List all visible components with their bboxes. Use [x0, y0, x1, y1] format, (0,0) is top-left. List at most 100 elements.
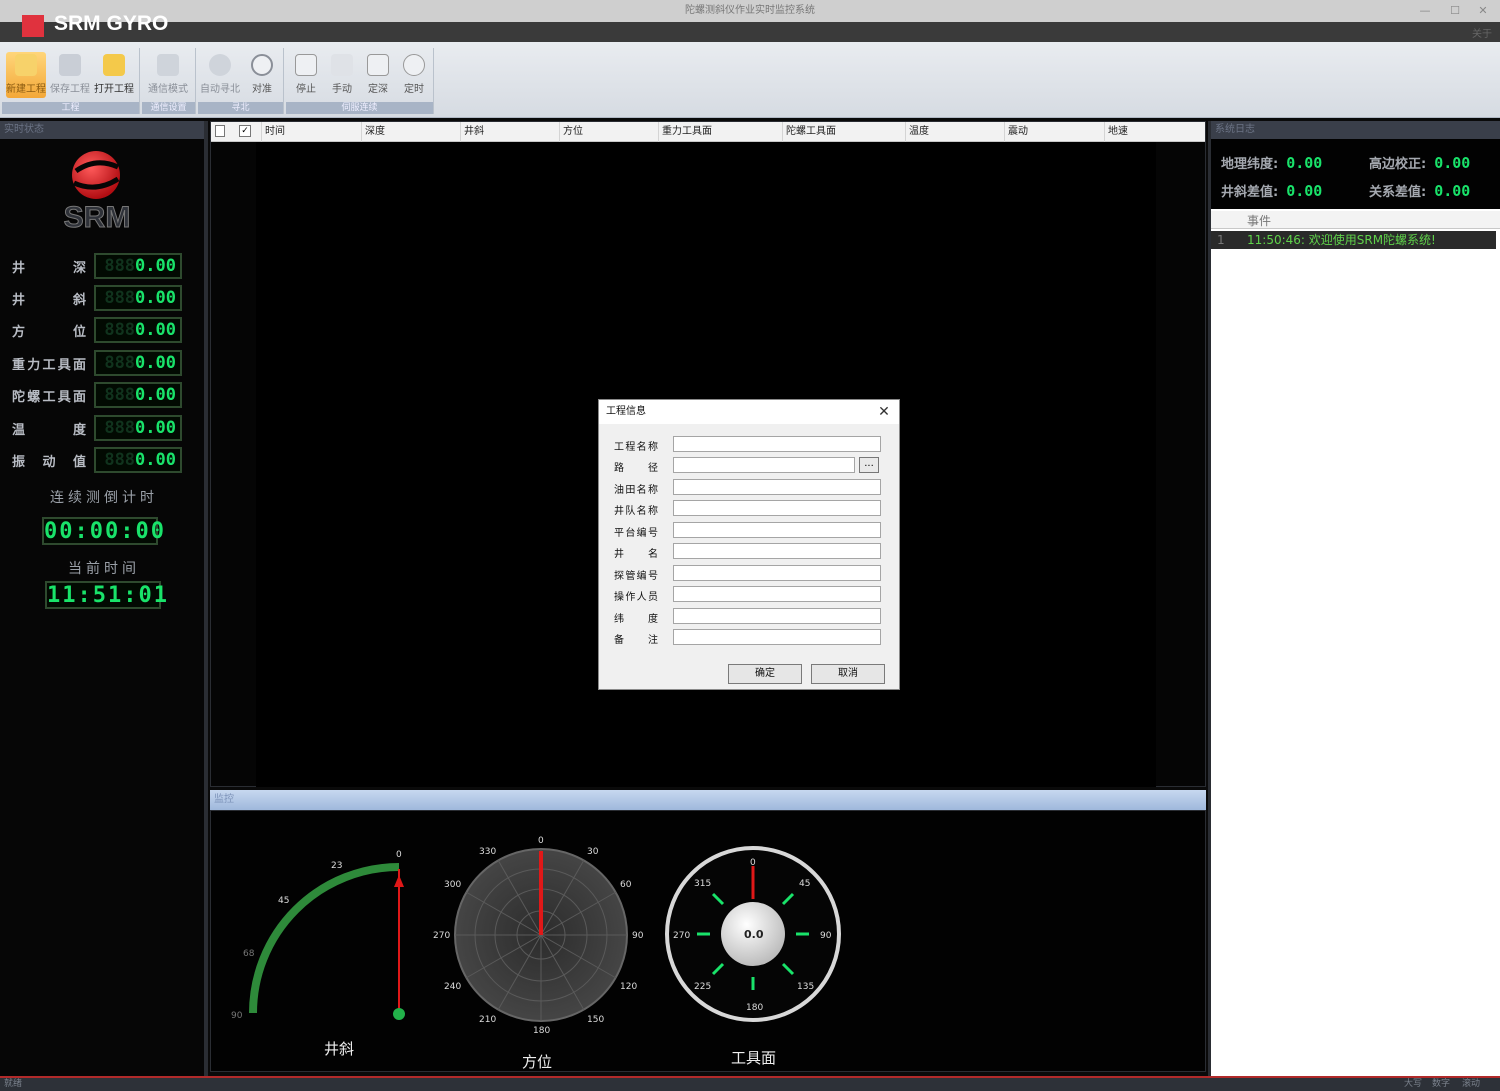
toolface-value: 0.0 — [744, 928, 764, 941]
team-name-input[interactable] — [673, 500, 881, 516]
status-panel-header: 实时状态 — [0, 121, 204, 139]
toolface-title: 工具面 — [731, 1049, 776, 1067]
inc-tick-68: 68 — [243, 949, 255, 959]
event-index: 1 — [1217, 233, 1225, 247]
geo-latitude: 地理纬度: 0.00 — [1221, 154, 1323, 172]
tf-tick-315: 315 — [694, 879, 711, 889]
project-info-dialog: 工程信息 ✕ 工程名称 路径 ... 油田名称 井队名称 平台编号 井名 探管编… — [598, 399, 900, 690]
high-side-correction: 高边校正: 0.00 — [1369, 154, 1471, 172]
col-gravity-toolface[interactable]: 重力工具面 — [658, 122, 782, 142]
ok-button[interactable]: 确定 — [728, 664, 802, 684]
status-bar: 就绪 大写 数字 滚动 — [0, 1076, 1500, 1091]
minimize-button[interactable]: — — [1410, 0, 1440, 22]
open-project-button[interactable]: 打开工程 — [94, 52, 134, 98]
platform-number-input[interactable] — [673, 522, 881, 538]
latitude-input[interactable] — [673, 608, 881, 624]
az-tick-330: 330 — [479, 847, 496, 857]
col-temperature[interactable]: 温度 — [905, 122, 1005, 142]
status-scroll: 滚动 — [1462, 1079, 1481, 1089]
current-time-display: 11:51:01 — [45, 581, 169, 609]
title-bar: 陀螺测斜仪作业实时监控系统 — ☐ ✕ — [0, 0, 1500, 22]
countdown-title: 连续测倒计时 — [50, 490, 158, 506]
inclination-pivot — [393, 1008, 405, 1020]
new-row-icon[interactable] — [215, 125, 225, 137]
dialog-close-icon[interactable]: ✕ — [875, 402, 893, 422]
col-ground-speed[interactable]: 地速 — [1104, 122, 1204, 142]
probe-number-input[interactable] — [673, 565, 881, 581]
status-num: 数字 — [1432, 1079, 1451, 1089]
comm-mode-button[interactable]: 通信模式 — [148, 52, 188, 98]
col-time[interactable]: 时间 — [261, 122, 361, 142]
ribbon-group-north: 自动寻北 对准 寻北 — [198, 48, 284, 114]
folder-open-icon — [103, 54, 125, 76]
col-gyro-toolface[interactable]: 陀螺工具面 — [782, 122, 906, 142]
az-tick-150: 150 — [587, 1015, 604, 1025]
inc-tick-23: 23 — [331, 861, 342, 871]
tab-about[interactable]: 关于 — [1472, 25, 1492, 40]
event-row[interactable]: 1 11:50:46: 欢迎使用SRM陀螺系统! — [1211, 231, 1496, 249]
ribbon-group-comm: 通信模式 通信设置 — [142, 48, 196, 114]
signal-icon — [157, 54, 179, 76]
brand-square-icon — [22, 15, 44, 37]
col-inclination[interactable]: 井斜 — [460, 122, 560, 142]
inclination-gauge: 0 23 45 68 90 井斜 — [231, 850, 405, 1058]
lcd-well-depth: 8880.00 — [94, 253, 182, 279]
tf-tick-180: 180 — [746, 1003, 763, 1013]
browse-path-button[interactable]: ... — [859, 457, 879, 473]
fixed-depth-button[interactable]: 定深 — [358, 52, 398, 98]
countdown-display: 00:00:00 — [42, 517, 166, 545]
logo-text: SRM — [63, 201, 131, 235]
timer-button[interactable]: 定时 — [394, 52, 434, 98]
save-project-button[interactable]: 保存工程 — [50, 52, 90, 98]
monitor-panel: 0 23 45 68 90 井斜 0 30 60 90 120 150 180 … — [210, 810, 1206, 1072]
auto-north-button[interactable]: 自动寻北 — [200, 52, 240, 98]
field-path: 路径 ... — [614, 457, 884, 475]
select-all-checkbox[interactable]: ✓ — [239, 125, 251, 137]
system-log-panel: 系统日志 地理纬度: 0.00 高边校正: 0.00 井斜差值: 0.00 关系差值:… — [1208, 121, 1500, 1076]
lcd-gravity-toolface: 8880.00 — [94, 350, 182, 376]
new-project-button[interactable]: 新建工程 — [6, 52, 46, 98]
param-gravity-toolface: 重力工具面 8880.00 — [12, 350, 184, 376]
maximize-button[interactable]: ☐ — [1440, 0, 1470, 22]
param-vibration: 振动值 8880.00 — [12, 447, 184, 473]
window-title: 陀螺测斜仪作业实时监控系统 — [685, 5, 815, 16]
brand-name: SRM GYRO — [54, 12, 169, 35]
az-tick-300: 300 — [444, 880, 461, 890]
inclination-diff: 井斜差值: 0.00 — [1221, 182, 1323, 200]
stop-button[interactable]: 停止 — [286, 52, 326, 98]
lcd-gyro-toolface: 8880.00 — [94, 382, 182, 408]
field-latitude: 纬度 — [614, 608, 884, 626]
toolface-gauge: 0.0 0 45 90 135 180 225 270 315 工具面 — [665, 846, 841, 1067]
az-tick-60: 60 — [620, 880, 632, 890]
col-vibration[interactable]: 震动 — [1004, 122, 1104, 142]
well-name-input[interactable] — [673, 543, 881, 559]
relation-diff: 关系差值: 0.00 — [1369, 182, 1471, 200]
param-gyro-toolface: 陀螺工具面 8880.00 — [12, 382, 184, 408]
operator-input[interactable] — [673, 586, 881, 602]
field-operator: 操作人员 — [614, 586, 884, 604]
current-time-title: 当前时间 — [68, 561, 140, 577]
inc-tick-90: 90 — [231, 1011, 243, 1021]
stop-icon — [295, 54, 317, 76]
col-azimuth[interactable]: 方位 — [559, 122, 659, 142]
azimuth-compass: 0 30 60 90 120 150 180 210 240 270 300 3… — [433, 836, 644, 1071]
group-label-project: 工程 — [2, 102, 139, 114]
col-depth[interactable]: 深度 — [361, 122, 461, 142]
cancel-button[interactable]: 取消 — [811, 664, 885, 684]
inc-tick-0: 0 — [396, 850, 402, 860]
event-column[interactable]: 事件 — [1247, 212, 1271, 229]
az-tick-0: 0 — [538, 836, 544, 846]
project-name-input[interactable] — [673, 436, 881, 452]
hand-icon — [331, 54, 353, 76]
remarks-input[interactable] — [673, 629, 881, 645]
ribbon-tab-strip: 关于 — [0, 22, 1500, 42]
path-input[interactable] — [673, 457, 855, 473]
az-tick-240: 240 — [444, 982, 461, 992]
close-window-button[interactable]: ✕ — [1468, 0, 1498, 22]
oilfield-name-input[interactable] — [673, 479, 881, 495]
lcd-inclination: 8880.00 — [94, 285, 182, 311]
manual-button[interactable]: 手动 — [322, 52, 362, 98]
ribbon-group-project: 新建工程 保存工程 打开工程 工程 — [2, 48, 140, 114]
group-label-north: 寻北 — [198, 102, 283, 114]
align-button[interactable]: 对准 — [242, 52, 282, 98]
